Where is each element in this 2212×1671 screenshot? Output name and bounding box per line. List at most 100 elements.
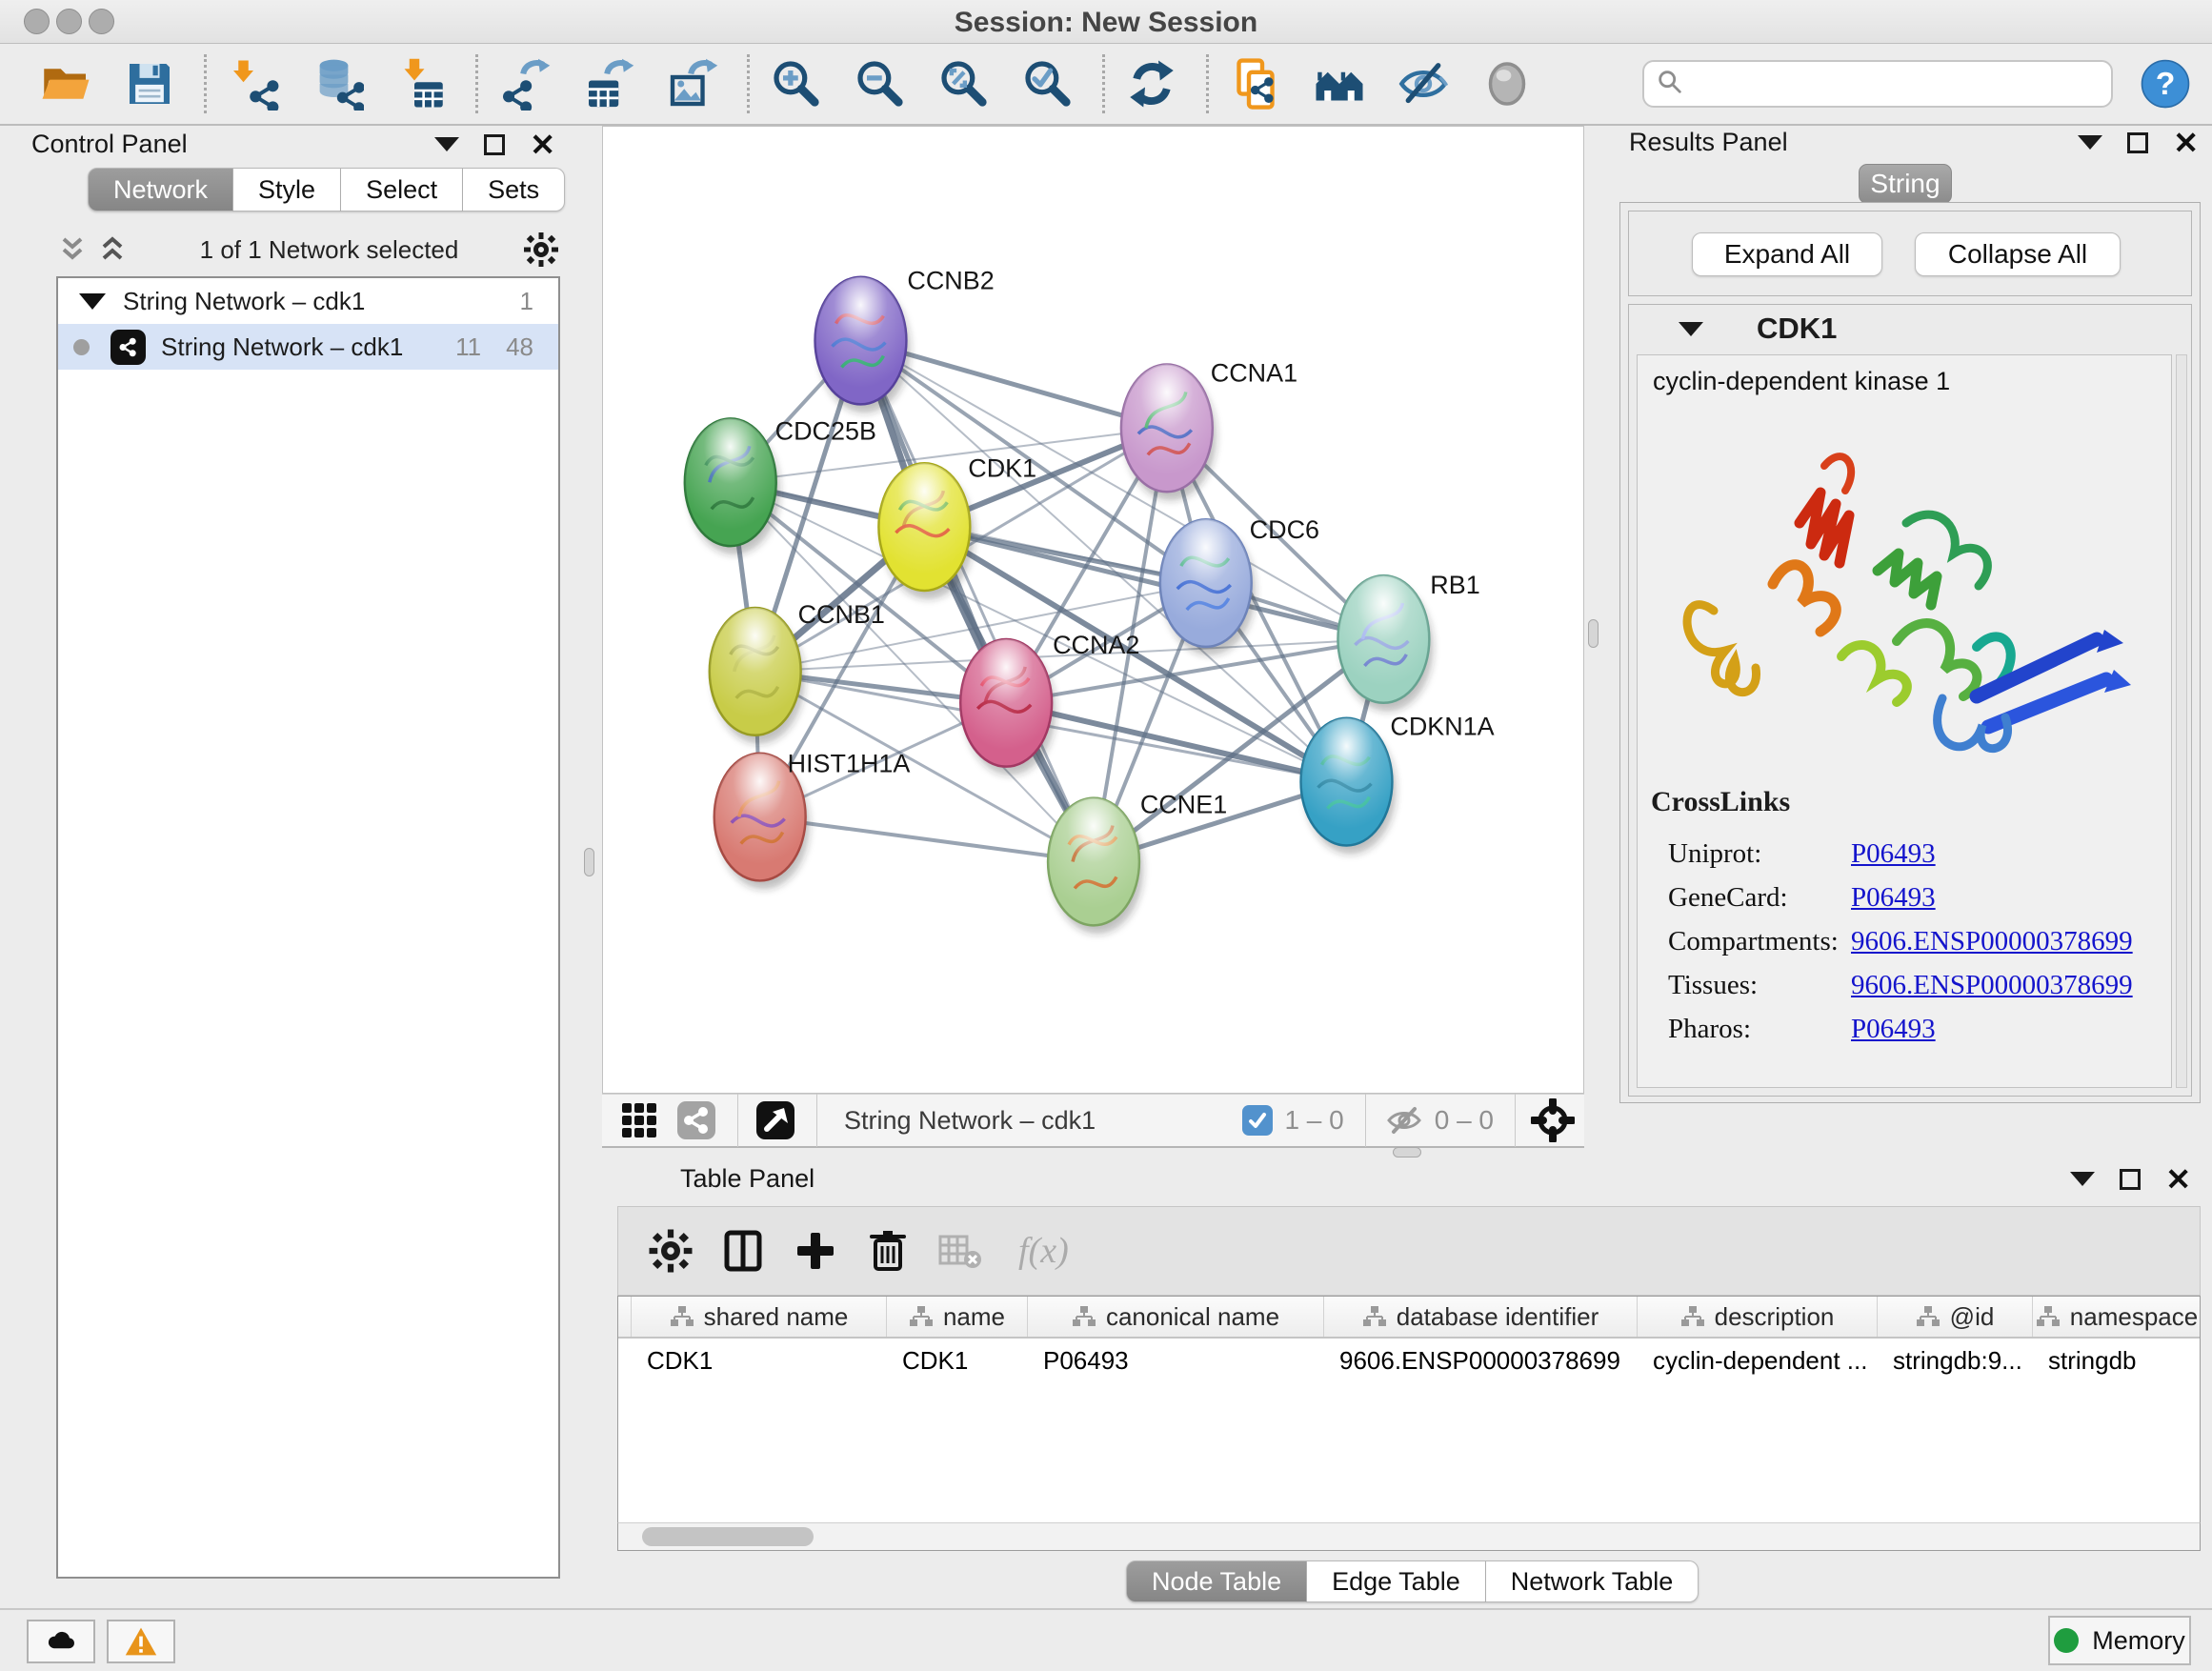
export-table-icon[interactable]	[579, 54, 638, 113]
import-network-icon[interactable]	[224, 54, 283, 113]
network-collection-row[interactable]: String Network – cdk1 1	[58, 278, 558, 324]
zoom-selected-icon[interactable]	[1018, 54, 1077, 113]
new-network-from-selection-icon[interactable]	[1226, 54, 1285, 113]
crosslink-link[interactable]: P06493	[1851, 838, 1936, 870]
table-cell[interactable]: CDK1	[632, 1339, 887, 1382]
node-CDC6[interactable]: CDC6	[1160, 515, 1319, 655]
table-cell[interactable]: cyclin-dependent ...	[1638, 1339, 1878, 1382]
warning-icon[interactable]	[107, 1620, 175, 1663]
column-header-database-identifier[interactable]: database identifier	[1324, 1297, 1638, 1337]
selected-checkbox-icon[interactable]	[1242, 1105, 1273, 1136]
edge-CCNB2-CCNE1[interactable]	[860, 341, 1094, 862]
node-CCNB1[interactable]: CCNB1	[710, 600, 885, 744]
delete-table-icon	[936, 1227, 984, 1275]
table-row[interactable]: CDK1CDK1P064939606.ENSP00000378699cyclin…	[618, 1339, 2200, 1382]
column-header-shared-name[interactable]: shared name	[632, 1297, 887, 1337]
network-row[interactable]: String Network – cdk1 11 48	[58, 324, 558, 370]
column-header-name[interactable]: name	[887, 1297, 1028, 1337]
panel-close-icon[interactable]: ✕	[530, 134, 555, 155]
node-HIST1H1A[interactable]: HIST1H1A	[714, 750, 911, 890]
crosslink-link[interactable]: 9606.ENSP00000378699	[1851, 970, 2133, 1001]
help-icon[interactable]: ?	[2140, 58, 2191, 110]
table-cell[interactable]: stringdb:9...	[1878, 1339, 2033, 1382]
table-cell[interactable]: P06493	[1028, 1339, 1324, 1382]
tree-expand-icon[interactable]	[79, 293, 106, 310]
crosslink-link[interactable]: 9606.ENSP00000378699	[1851, 926, 2133, 957]
node-table[interactable]: shared name name canonical namedatabase id…	[617, 1296, 2201, 1522]
scrollbar-thumb[interactable]	[642, 1527, 814, 1546]
panel-close-icon[interactable]: ✕	[2173, 132, 2199, 153]
tab-network[interactable]: Network	[88, 168, 233, 211]
zoom-out-icon[interactable]	[851, 54, 910, 113]
collapse-all-button[interactable]: Collapse All	[1915, 232, 2121, 276]
center-view-icon[interactable]	[1531, 1098, 1575, 1142]
column-header-canonical-name[interactable]: canonical name	[1028, 1297, 1324, 1337]
network-overview-icon[interactable]	[676, 1100, 716, 1140]
save-session-icon[interactable]	[120, 54, 179, 113]
delete-column-trash-icon[interactable]	[864, 1227, 912, 1275]
edge-HIST1H1A-CCNE1[interactable]	[760, 817, 1094, 862]
left-splitter-handle[interactable]	[584, 848, 594, 876]
section-collapse-icon[interactable]	[1679, 322, 1703, 336]
show-all-icon[interactable]	[1478, 54, 1537, 113]
tab-sets[interactable]: Sets	[463, 168, 565, 211]
node-RB1[interactable]: RB1	[1337, 571, 1479, 712]
node-section-header[interactable]: CDK1	[1629, 305, 2191, 352]
panel-menu-icon[interactable]	[2070, 1172, 2095, 1186]
expand-all-button[interactable]: Expand All	[1692, 232, 1882, 276]
detach-view-icon[interactable]	[755, 1100, 795, 1140]
zoom-fit-icon[interactable]	[935, 54, 994, 113]
table-horizontal-scrollbar[interactable]	[617, 1522, 2201, 1551]
network-view-canvas[interactable]: CCNB2CCNA1CDC25BCDK1CDC6RB1CCNB1CCNA2CDK…	[602, 126, 1584, 1094]
table-cell[interactable]: 9606.ENSP00000378699	[1324, 1339, 1638, 1382]
crosslink-link[interactable]: P06493	[1851, 1014, 1936, 1045]
first-neighbors-icon[interactable]	[1310, 54, 1369, 113]
search-field[interactable]	[1642, 60, 2113, 108]
results-scrollbar[interactable]	[2176, 354, 2187, 1088]
panel-close-icon[interactable]: ✕	[2165, 1169, 2191, 1190]
table-cell[interactable]: stringdb	[2033, 1339, 2201, 1382]
table-cell[interactable]: CDK1	[887, 1339, 1028, 1382]
node-CCNA1[interactable]: CCNA1	[1121, 358, 1297, 500]
column-header-description[interactable]: description	[1638, 1297, 1878, 1337]
right-splitter-handle[interactable]	[1588, 619, 1599, 648]
grid-view-icon[interactable]	[619, 1100, 659, 1140]
export-image-icon[interactable]	[663, 54, 722, 113]
search-input[interactable]	[1684, 65, 2100, 103]
tab-select[interactable]: Select	[341, 168, 463, 211]
tab-style[interactable]: Style	[233, 168, 341, 211]
hide-selected-icon[interactable]	[1394, 54, 1453, 113]
panel-menu-icon[interactable]	[2078, 135, 2102, 150]
edge-CCNA2-CDKN1A[interactable]	[1006, 703, 1346, 782]
add-column-icon[interactable]	[792, 1227, 839, 1275]
table-settings-gear-icon[interactable]	[647, 1227, 694, 1275]
import-database-icon[interactable]	[308, 54, 367, 113]
apply-layout-icon[interactable]	[1122, 54, 1181, 113]
tab-node-table[interactable]: Node Table	[1126, 1560, 1307, 1602]
show-columns-icon[interactable]	[719, 1227, 767, 1275]
column-header-namespace[interactable]: namespace	[2033, 1297, 2201, 1337]
toolbar-separator	[1102, 54, 1105, 113]
import-table-icon[interactable]	[392, 54, 451, 113]
open-session-icon[interactable]	[36, 54, 95, 113]
tab-network-table[interactable]: Network Table	[1486, 1560, 1699, 1602]
gear-icon[interactable]	[522, 231, 560, 269]
panel-float-icon[interactable]	[484, 134, 505, 155]
expand-all-icon[interactable]	[96, 233, 129, 266]
export-network-icon[interactable]	[495, 54, 554, 113]
node-CDKN1A[interactable]: CDKN1A	[1301, 713, 1495, 855]
collapse-all-icon[interactable]	[56, 233, 89, 266]
node-CCNE1[interactable]: CCNE1	[1048, 791, 1227, 935]
panel-float-icon[interactable]	[2120, 1169, 2141, 1190]
memory-button[interactable]: Memory	[2048, 1616, 2191, 1665]
panel-menu-icon[interactable]	[434, 137, 459, 151]
column-header-label: name	[943, 1302, 1005, 1332]
tab-edge-table[interactable]: Edge Table	[1307, 1560, 1486, 1602]
node-CCNB2[interactable]: CCNB2	[815, 267, 995, 413]
cloud-icon[interactable]	[27, 1620, 95, 1663]
column-header--id[interactable]: @id	[1878, 1297, 2033, 1337]
crosslink-link[interactable]: P06493	[1851, 882, 1936, 914]
zoom-in-icon[interactable]	[767, 54, 826, 113]
panel-float-icon[interactable]	[2127, 132, 2148, 153]
tab-string[interactable]: String	[1859, 164, 1952, 204]
